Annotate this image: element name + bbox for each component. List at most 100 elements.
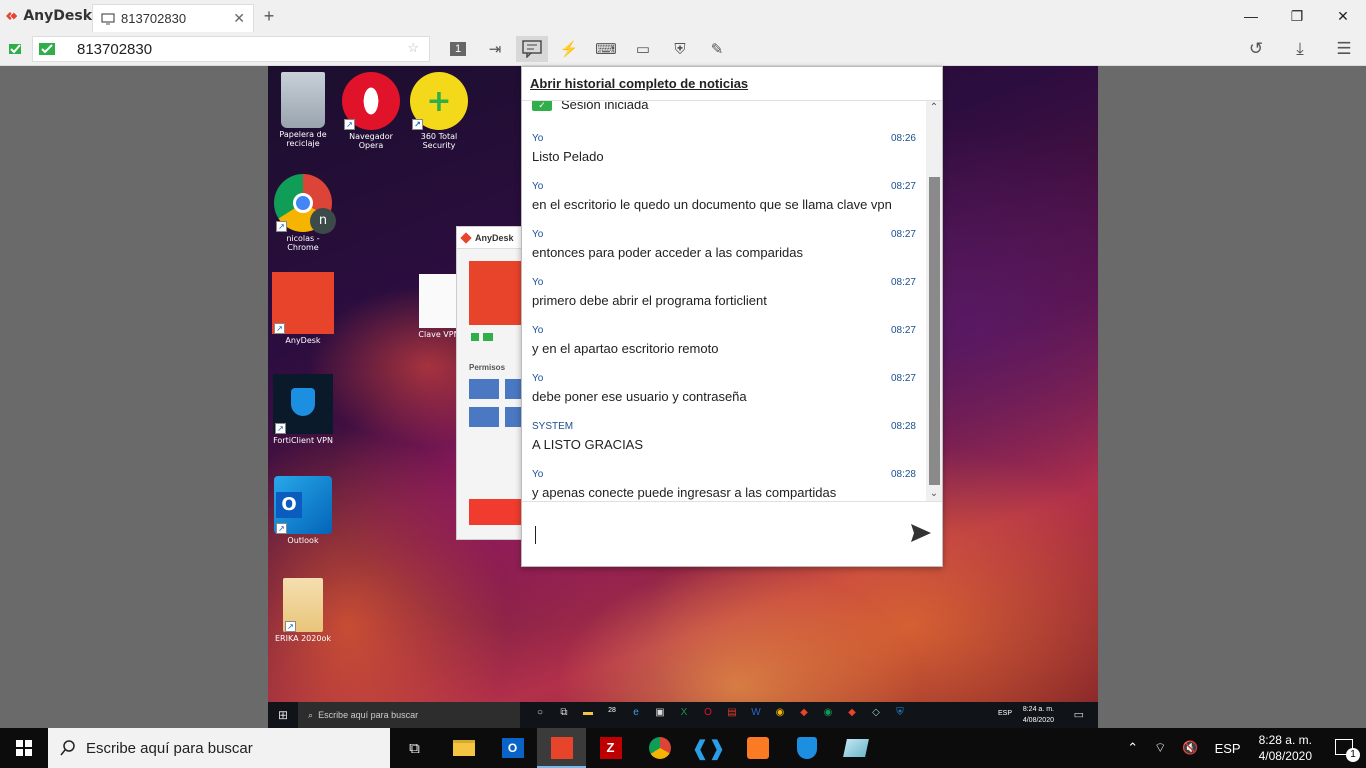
remote-search-icon: ⌕: [308, 709, 314, 720]
desktop-icon-recycle-bin[interactable]: Papelera de reciclaje: [270, 72, 336, 148]
message-time: 08:27: [890, 325, 916, 336]
tray-chevron-icon[interactable]: ⌃: [1119, 740, 1146, 756]
taskbar-clock[interactable]: 8:28 a. m. 4/08/2020: [1249, 732, 1322, 764]
search-placeholder: Escribe aquí para buscar: [86, 739, 253, 757]
remote-clock[interactable]: 8:24 a. m. 4/08/2020: [1023, 704, 1054, 726]
notification-count: 1: [1346, 747, 1360, 762]
permission-clipboard-button[interactable]: [469, 407, 499, 427]
remote-notification-icon[interactable]: ▭: [1074, 708, 1084, 721]
remote-lang[interactable]: ESP: [998, 710, 1012, 717]
session-toolbar: 813702830 ☆ 1 ⇥ ⚡ ⌨ ▭ ⛨ ✎ ↺ ⤓ ☰: [0, 32, 1366, 66]
scroll-thumb[interactable]: [929, 177, 940, 485]
remote-app-icon[interactable]: ◇: [864, 707, 888, 723]
language-indicator[interactable]: ESP: [1207, 741, 1249, 756]
remote-search-placeholder: Escribe aquí para buscar: [318, 710, 419, 720]
whiteboard-pen-icon[interactable]: ✎: [701, 36, 733, 62]
clock-date: 4/08/2020: [1258, 749, 1312, 763]
address-bar[interactable]: 813702830 ☆: [32, 36, 430, 62]
desktop-icon-forticlient[interactable]: ↗ FortiClient VPN: [270, 374, 336, 445]
filezilla-icon[interactable]: Z: [586, 728, 635, 768]
desktop-icon-outlook[interactable]: O ↗ Outlook: [270, 476, 336, 545]
desktop-icon-anydesk[interactable]: ↗ AnyDesk: [270, 272, 336, 345]
desktop-icon-label: Papelera de reciclaje: [279, 130, 327, 148]
remote-chrome-icon[interactable]: ◉: [768, 707, 792, 723]
download-icon[interactable]: ⤓: [1278, 39, 1322, 59]
message-text: A LISTO GRACIAS: [532, 437, 644, 452]
display-settings-icon[interactable]: ▭: [627, 36, 659, 62]
remote-search-box[interactable]: ⌕ Escribe aquí para buscar: [298, 702, 520, 728]
history-icon[interactable]: ↺: [1234, 39, 1278, 59]
anydesk-accept-button[interactable]: [469, 499, 521, 525]
desktop-icon-opera[interactable]: ↗ Navegador Opera: [338, 72, 404, 150]
desktop-icon-erika[interactable]: ↗ ERIKA 2020ok: [270, 578, 336, 643]
chrome-taskbar-icon[interactable]: [635, 728, 684, 768]
windows-icon: [16, 740, 32, 756]
remote-anydesk-window[interactable]: AnyDesk Permisos: [456, 226, 523, 540]
permission-keyboard-button[interactable]: [469, 379, 499, 399]
chat-history-link[interactable]: Abrir historial completo de noticias: [522, 67, 942, 101]
anydesk-logo-icon: [6, 12, 18, 20]
remote-word-icon[interactable]: W: [744, 707, 768, 723]
remote-cortana-icon[interactable]: ○: [528, 707, 552, 723]
menu-icon[interactable]: ☰: [1322, 39, 1366, 59]
remote-anydesk-active-icon[interactable]: ◆: [840, 707, 864, 723]
send-icon[interactable]: [910, 523, 932, 543]
keyboard-icon[interactable]: ⌨: [590, 36, 622, 62]
scroll-down-icon[interactable]: ⌄: [926, 487, 942, 501]
start-button[interactable]: [0, 728, 48, 768]
maximize-button[interactable]: ❐: [1274, 0, 1320, 32]
remote-chrome-profile-icon[interactable]: ◉: [816, 707, 840, 723]
remote-pdf-icon[interactable]: ▤: [720, 707, 744, 723]
session-tab[interactable]: 813702830 ✕: [92, 4, 254, 32]
vscode-icon[interactable]: ❰❱: [684, 728, 733, 768]
wifi-icon[interactable]: ⌔: [1146, 740, 1174, 756]
permissions-label: Permisos: [469, 363, 506, 372]
close-window-button[interactable]: ✕: [1320, 0, 1366, 32]
favorite-star-icon[interactable]: ☆: [407, 40, 419, 56]
desktop-icon-360[interactable]: + ↗ 360 Total Security: [406, 72, 472, 150]
scroll-up-icon[interactable]: ⌃: [926, 101, 942, 115]
remote-opera-icon[interactable]: O: [696, 707, 720, 723]
file-transfer-icon[interactable]: ⇥: [479, 36, 511, 62]
new-tab-button[interactable]: +: [254, 6, 284, 27]
remote-task-view-icon[interactable]: ⧉: [552, 707, 576, 723]
permissions-shield-icon[interactable]: ⛨: [664, 36, 696, 62]
360-security-icon: + ↗: [410, 72, 468, 130]
remote-store-icon[interactable]: ▣: [648, 707, 672, 723]
desktop-icon-chrome[interactable]: n ↗ nicolas - Chrome: [270, 174, 336, 252]
notification-center-icon[interactable]: 1: [1322, 738, 1366, 762]
desktop-icon-label: Outlook: [287, 536, 319, 545]
remote-edge-icon[interactable]: e: [624, 707, 648, 723]
minimize-button[interactable]: —: [1228, 0, 1274, 32]
remote-file-explorer-icon[interactable]: ▬: [576, 707, 600, 723]
task-view-icon[interactable]: ⧉: [390, 728, 439, 768]
chat-scrollbar[interactable]: ⌃ ⌄: [926, 101, 942, 501]
taskbar-search[interactable]: Escribe aquí para buscar: [48, 728, 390, 768]
file-explorer-icon[interactable]: [439, 728, 488, 768]
outlook-taskbar-icon[interactable]: O: [488, 728, 537, 768]
volume-muted-icon[interactable]: 🔇: [1174, 740, 1206, 756]
remote-start-icon[interactable]: ⊞: [278, 708, 288, 722]
text-cursor: [535, 526, 536, 544]
chat-icon[interactable]: [516, 36, 548, 62]
anydesk-icon: ↗: [272, 272, 334, 334]
remote-anydesk-icon[interactable]: ◆: [792, 707, 816, 723]
anydesk-logo[interactable]: AnyDesk: [0, 0, 92, 32]
tab-close-icon[interactable]: ✕: [233, 10, 245, 27]
toolbar-right: ↺ ⤓ ☰: [1234, 32, 1366, 66]
chat-input[interactable]: [522, 501, 942, 567]
message-sender: Yo: [532, 373, 544, 384]
anydesk-taskbar-icon[interactable]: [537, 728, 586, 768]
desktop-icon-label: Clave VPN: [418, 330, 460, 339]
chat-message: SYSTEM 08:28 A LISTO GRACIAS: [532, 421, 916, 452]
display-select-button[interactable]: 1: [442, 36, 474, 62]
actions-lightning-icon[interactable]: ⚡: [553, 36, 585, 62]
remote-excel-icon[interactable]: X: [672, 707, 696, 723]
app-taskbar-icon[interactable]: [831, 728, 880, 768]
forticlient-taskbar-icon[interactable]: [782, 728, 831, 768]
remote-forticlient-icon[interactable]: ⛨: [888, 707, 912, 723]
remote-store-badge[interactable]: 28: [600, 707, 624, 723]
message-time: 08:28: [890, 421, 916, 432]
desktop-icon-label: Navegador Opera: [349, 132, 393, 150]
xampp-icon[interactable]: [733, 728, 782, 768]
